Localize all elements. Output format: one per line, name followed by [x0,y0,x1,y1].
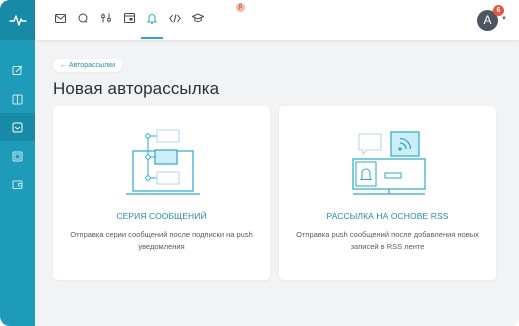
card-rss-mailing[interactable]: РАССЫЛКА НА ОСНОВЕ RSS Отправка push соо… [279,106,496,280]
app-window: β A 6 ▼ ← Авторассылки Новая авторассылк… [0,0,519,326]
message-series-illustration [126,129,200,195]
columns-icon [12,94,23,104]
sidebar-item-autosend[interactable] [0,113,35,141]
page-title: Новая авторассылка [53,79,220,98]
browser-icon [123,13,135,23]
sidebar [0,0,35,326]
sidebar-item-list[interactable] [0,142,35,170]
mail-icon [54,13,66,23]
sidebar-item-wallet[interactable] [0,170,35,198]
chat-button[interactable] [74,9,92,27]
list-icon [12,151,23,161]
sliders-icon [100,13,111,23]
wallet-icon [12,180,23,189]
card-description: Отправка серии сообщений после подписки … [70,230,253,251]
card-message-series[interactable]: СЕРИЯ СООБЩЕНИЙ Отправка серии сообщений… [53,106,270,280]
logo[interactable] [0,0,35,40]
card-title: СЕРИЯ СООБЩЕНИЙ [116,211,207,221]
back-link[interactable]: ← Авторассылки [53,59,123,72]
notifications-badge: 6 [493,5,504,16]
sliders-button[interactable] [97,9,115,27]
academy-button[interactable] [189,9,207,27]
card-title: РАССЫЛКА НА ОСНОВЕ RSS [326,211,449,221]
sidebar-item-editor[interactable] [0,56,35,84]
edit-icon [12,65,23,75]
mail-automation-icon [12,122,23,132]
chevron-down-icon[interactable]: ▼ [501,16,507,22]
pulse-icon [8,15,27,26]
code-button[interactable] [166,9,184,27]
rss-illustration [352,131,426,195]
chat-icon [78,13,88,23]
graduation-cap-icon [192,13,204,22]
bell-button[interactable] [141,9,163,39]
beta-badge: β [236,3,245,12]
code-icon [169,13,181,23]
bell-icon [147,13,157,24]
mail-button[interactable] [51,9,69,27]
card-description: Отправка push сообщений после добавления… [296,230,479,251]
topbar: β A 6 ▼ [35,0,519,40]
browser-button[interactable] [120,9,138,27]
sidebar-item-columns[interactable] [0,85,35,113]
